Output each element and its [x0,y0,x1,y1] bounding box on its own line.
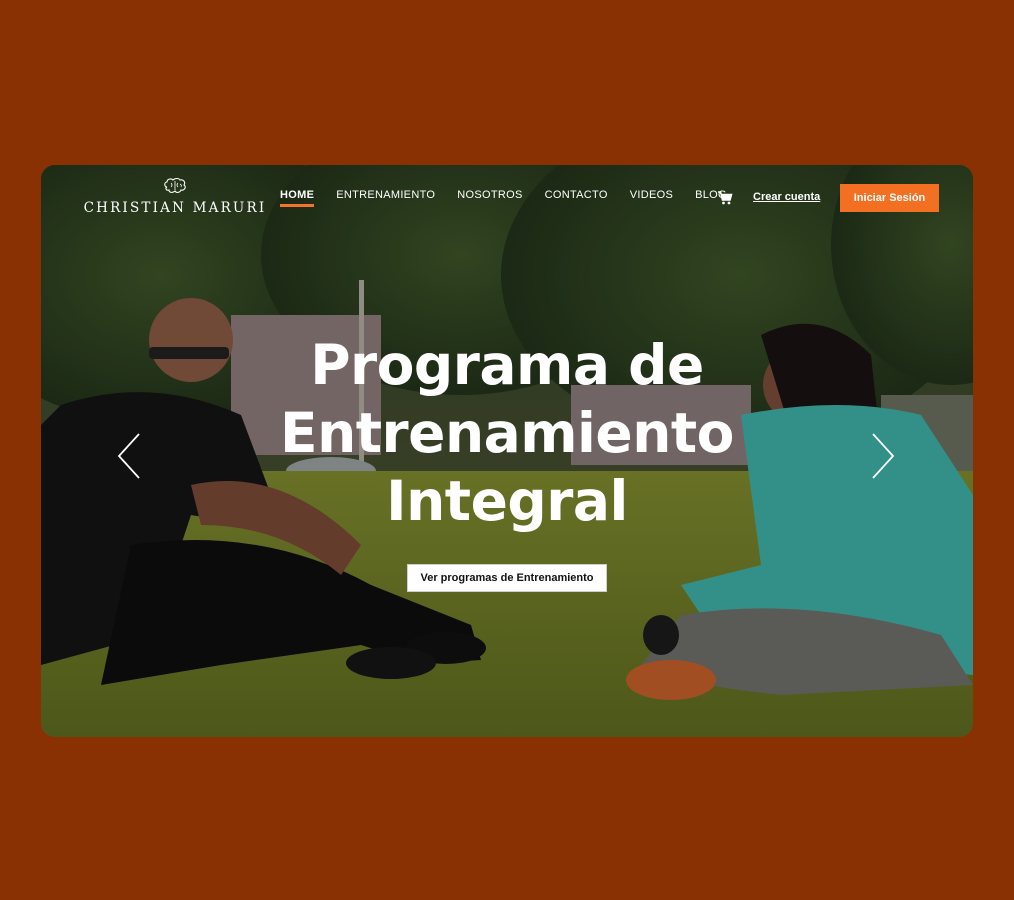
programs-cta-button[interactable]: Ver programas de Entrenamiento [407,564,607,592]
hero-title: Programa de Entrenamiento Integral [257,331,757,535]
hero-section: CHRISTIAN MARURI HOME ENTRENAMIENTO NOSO… [41,165,973,737]
hero-title-line-1: Programa de [310,333,704,397]
main-nav: HOME ENTRENAMIENTO NOSOTROS CONTACTO VID… [280,189,749,207]
logo-text: CHRISTIAN MARURI [83,200,267,216]
nav-item-home[interactable]: HOME [280,189,315,207]
brain-icon [164,177,186,193]
login-button[interactable]: Iniciar Sesión [840,184,939,212]
hero-title-line-2: Entrenamiento [280,401,734,465]
cart-icon[interactable] [717,190,733,206]
nav-item-videos[interactable]: VIDEOS [630,189,673,207]
chevron-right-icon[interactable] [869,431,897,481]
nav-item-entrenamiento[interactable]: ENTRENAMIENTO [336,189,435,207]
site-logo[interactable]: CHRISTIAN MARURI [83,177,267,217]
nav-item-contacto[interactable]: CONTACTO [545,189,608,207]
chevron-left-icon[interactable] [115,431,143,481]
nav-item-nosotros[interactable]: NOSOTROS [457,189,522,207]
hero-title-line-3: Integral [386,469,628,533]
create-account-link[interactable]: Crear cuenta [753,191,820,203]
